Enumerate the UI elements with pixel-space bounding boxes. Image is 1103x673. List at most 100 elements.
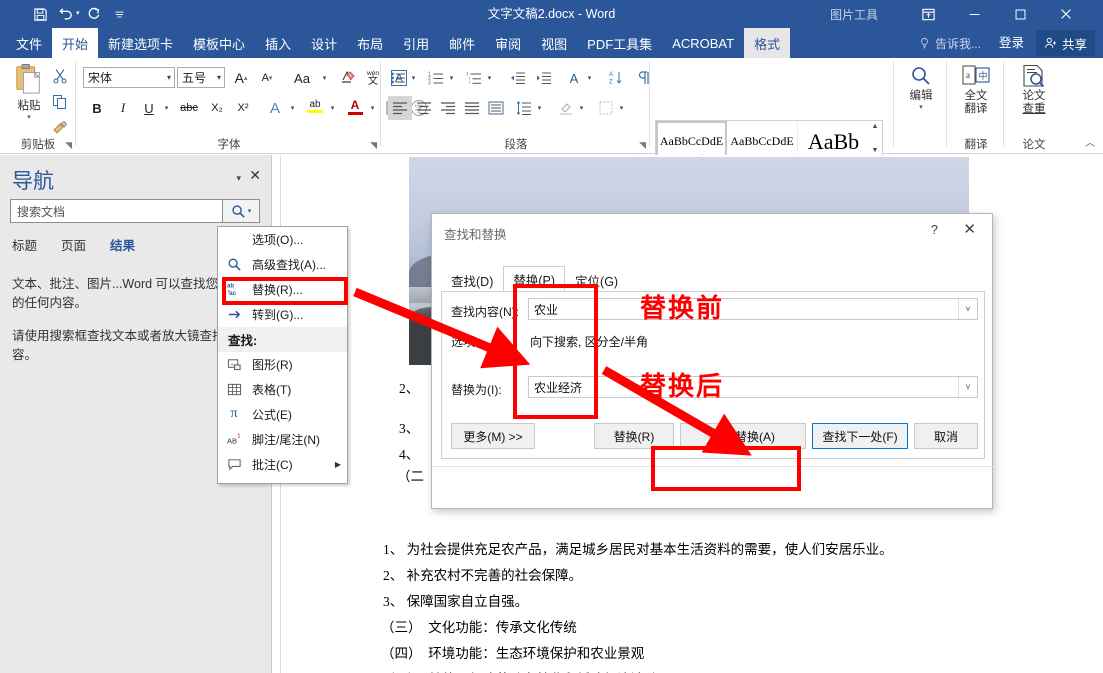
italic-icon[interactable]: I	[111, 96, 135, 120]
line-spacing-icon[interactable]	[512, 96, 536, 120]
cancel-button[interactable]: 取消	[914, 423, 978, 449]
menu-item-options[interactable]: 选项(O)...	[218, 227, 347, 252]
menu-item-tables[interactable]: 表格(T)	[218, 377, 347, 402]
replace-all-button[interactable]: 全部替换(A)	[680, 423, 806, 449]
text-highlight-icon[interactable]: ab	[303, 94, 327, 118]
replace-with-input[interactable]: 农业经济 ˅	[528, 376, 978, 398]
redo-icon[interactable]	[82, 3, 106, 25]
subscript-icon[interactable]: X₂	[205, 96, 229, 120]
menu-item-graphics[interactable]: 图形(R)	[218, 352, 347, 377]
tab-layout[interactable]: 布局	[347, 28, 393, 58]
text-effects-icon[interactable]: A	[263, 96, 287, 120]
asian-layout-icon[interactable]: A	[562, 66, 586, 90]
tab-home[interactable]: 开始	[52, 28, 98, 58]
navigation-close-icon[interactable]: ✕	[249, 167, 261, 184]
tab-insert[interactable]: 插入	[255, 28, 301, 58]
bold-icon[interactable]: B	[85, 96, 109, 120]
dialog-tab-goto[interactable]: 定位(G)	[565, 268, 628, 292]
sort-icon[interactable]: AZ	[604, 66, 628, 90]
change-case-icon[interactable]: Aa	[285, 66, 319, 90]
dialog-tab-replace[interactable]: 替换(P)	[503, 266, 565, 292]
clear-formatting-icon[interactable]	[335, 66, 359, 90]
tab-references[interactable]: 引用	[393, 28, 439, 58]
nav-tab-results[interactable]: 结果	[110, 235, 135, 254]
bullets-caret[interactable]: ▾	[408, 66, 419, 90]
grow-font-icon[interactable]: A▴	[229, 66, 253, 90]
search-button[interactable]: ▾	[222, 199, 260, 223]
underline-icon[interactable]: U	[137, 96, 161, 120]
replace-with-dropdown-caret[interactable]: ˅	[958, 377, 977, 397]
strikethrough-icon[interactable]: abc	[177, 96, 201, 120]
editing-caret[interactable]: ▾	[919, 103, 923, 111]
align-right-icon[interactable]	[436, 96, 460, 120]
maximize-button[interactable]	[997, 0, 1043, 28]
share-button[interactable]: 共享	[1036, 30, 1095, 56]
sign-in-button[interactable]: 登录	[991, 31, 1032, 55]
asian-layout-caret[interactable]: ▾	[584, 66, 595, 90]
minimize-button[interactable]	[951, 0, 997, 28]
numbering-icon[interactable]: 123	[424, 66, 448, 90]
borders-icon[interactable]	[594, 96, 618, 120]
tab-new-tab[interactable]: 新建选项卡	[98, 28, 183, 58]
copy-icon[interactable]	[48, 90, 72, 114]
justify-icon[interactable]	[460, 96, 484, 120]
borders-caret[interactable]: ▾	[616, 96, 627, 120]
multilevel-caret[interactable]: ▾	[484, 66, 495, 90]
superscript-icon[interactable]: X²	[231, 96, 255, 120]
save-icon[interactable]	[28, 3, 52, 25]
highlight-caret[interactable]: ▾	[327, 96, 338, 120]
bullets-icon[interactable]	[386, 66, 410, 90]
menu-item-advanced-find[interactable]: 高级查找(A)...	[218, 252, 347, 277]
more-button[interactable]: 更多(M) >>	[451, 423, 535, 449]
clipboard-dialog-launcher[interactable]: ◥	[65, 140, 72, 151]
close-button[interactable]	[1043, 0, 1089, 28]
dialog-close-icon[interactable]: ✕	[963, 220, 976, 238]
font-dialog-launcher[interactable]: ◥	[370, 140, 377, 151]
line-spacing-caret[interactable]: ▾	[534, 96, 545, 120]
undo-icon[interactable]	[54, 3, 78, 25]
font-name-box[interactable]: 宋体 ▾	[83, 67, 175, 88]
multilevel-list-icon[interactable]: 1ii	[462, 66, 486, 90]
gallery-scroll-up-icon[interactable]: ▲	[872, 123, 879, 130]
search-input[interactable]: 搜索文档	[10, 199, 225, 223]
find-what-dropdown-caret[interactable]: ˅	[958, 299, 977, 319]
font-size-box[interactable]: 五号 ▾	[177, 67, 225, 88]
gallery-scroll-down-icon[interactable]: ▼	[872, 147, 879, 154]
menu-item-replace[interactable]: abac 替换(R)...	[218, 277, 347, 302]
collapse-ribbon-icon[interactable]: ︿	[1085, 134, 1095, 149]
align-left-icon[interactable]	[388, 96, 412, 120]
cut-icon[interactable]	[48, 64, 72, 88]
nav-tab-headings[interactable]: 标题	[12, 235, 37, 254]
dialog-help-icon[interactable]: ?	[931, 222, 938, 237]
tab-mailings[interactable]: 邮件	[439, 28, 485, 58]
full-text-translate-button[interactable]: a 中 全文 翻译	[953, 64, 999, 116]
distribute-icon[interactable]	[484, 96, 508, 120]
change-case-caret[interactable]: ▾	[319, 66, 330, 90]
menu-item-comments[interactable]: 批注(C) ▶	[218, 452, 347, 477]
tab-template-center[interactable]: 模板中心	[183, 28, 255, 58]
search-dropdown-caret[interactable]: ▾	[248, 207, 252, 215]
decrease-indent-icon[interactable]	[506, 66, 530, 90]
find-next-button[interactable]: 查找下一处(F)	[812, 423, 908, 449]
menu-item-goto[interactable]: 转到(G)...	[218, 302, 347, 327]
menu-item-footnotes[interactable]: AB1 脚注/尾注(N)	[218, 427, 347, 452]
navigation-options-caret[interactable]: ▾	[236, 173, 241, 184]
tab-design[interactable]: 设计	[301, 28, 347, 58]
font-size-caret[interactable]: ▾	[217, 73, 221, 82]
replace-button[interactable]: 替换(R)	[594, 423, 674, 449]
editing-button[interactable]: 编辑 ▾	[898, 64, 944, 111]
paragraph-dialog-launcher[interactable]: ◥	[639, 140, 646, 151]
dialog-tab-find[interactable]: 查找(D)	[441, 268, 503, 292]
nav-tab-pages[interactable]: 页面	[61, 235, 86, 254]
font-color-caret[interactable]: ▾	[367, 96, 378, 120]
undo-dropdown-caret[interactable]: ▾	[76, 3, 80, 25]
tab-file[interactable]: 文件	[6, 28, 52, 58]
font-name-caret[interactable]: ▾	[167, 73, 171, 82]
thesis-check-button[interactable]: 论文 查重	[1011, 64, 1057, 116]
tab-acrobat[interactable]: ACROBAT	[662, 28, 744, 58]
paste-button[interactable]: 粘贴 ▾	[6, 63, 52, 121]
customize-qat-icon[interactable]	[108, 3, 132, 25]
increase-indent-icon[interactable]	[532, 66, 556, 90]
tab-view[interactable]: 视图	[531, 28, 577, 58]
shrink-font-icon[interactable]: A▾	[255, 66, 279, 90]
